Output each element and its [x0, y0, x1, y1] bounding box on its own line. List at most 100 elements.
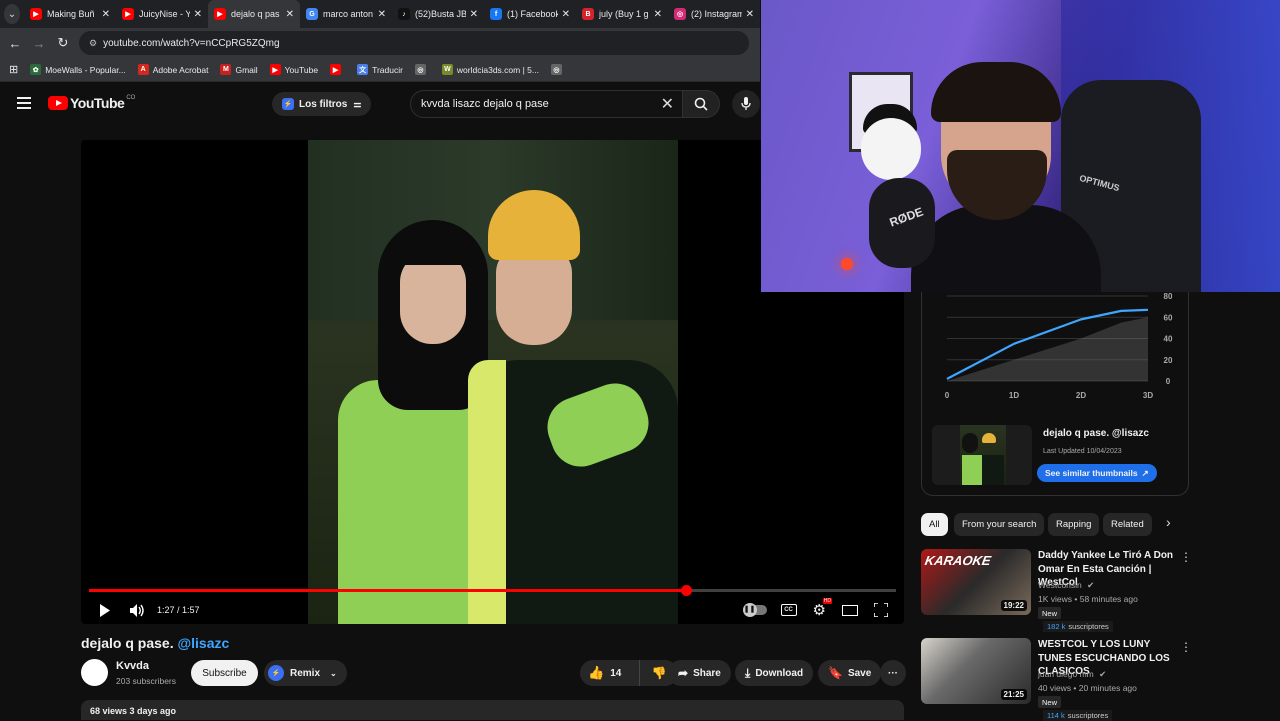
- thumbnail-preview[interactable]: [932, 425, 1032, 485]
- more-vertical-icon[interactable]: ⋮: [1180, 640, 1192, 654]
- close-tab-icon[interactable]: ✕: [746, 9, 754, 20]
- chip-rapping[interactable]: Rapping: [1048, 513, 1100, 536]
- recommendation-channel[interactable]: Westconsin ✔: [1038, 580, 1094, 591]
- bookmark-moewalls[interactable]: ✿ MoeWalls - Popular...: [30, 64, 126, 75]
- voice-search-button[interactable]: [732, 90, 760, 118]
- translate-icon: 文: [357, 64, 369, 75]
- country-code: CO: [126, 95, 136, 101]
- like-count: 14: [610, 667, 622, 679]
- share-button[interactable]: ➦ Share: [668, 660, 731, 686]
- more-actions-button[interactable]: ···: [880, 660, 906, 686]
- back-icon[interactable]: ←: [3, 36, 27, 51]
- volume-button[interactable]: [129, 603, 145, 617]
- site-info-icon[interactable]: ⚙: [89, 38, 97, 49]
- bookmark-youtube[interactable]: ▶: [330, 64, 345, 75]
- subs-label: suscriptores: [1067, 711, 1109, 720]
- browser-tab[interactable]: Gmarco anton ✕: [300, 0, 392, 28]
- close-tab-icon[interactable]: ✕: [654, 9, 662, 20]
- browser-tab[interactable]: ♪ (52)Busta JB ✕: [392, 0, 484, 28]
- forward-icon[interactable]: →: [27, 36, 51, 51]
- bookmark-worldcia[interactable]: Wworldcia3ds.com | 5...: [441, 64, 539, 75]
- download-button[interactable]: ⤓ Download: [735, 660, 814, 686]
- tab-title: (52)Busta JB: [415, 9, 466, 19]
- close-tab-icon[interactable]: ✕: [378, 9, 386, 20]
- fullscreen-button[interactable]: [874, 603, 888, 617]
- youtube-logo[interactable]: YouTube CO: [48, 95, 135, 111]
- facebook-icon: f: [490, 8, 502, 20]
- settings-button[interactable]: ⚙ HD: [813, 598, 832, 619]
- subscriber-badge: 114 k suscriptores: [1043, 710, 1113, 721]
- chevron-right-icon[interactable]: ›: [1166, 514, 1171, 530]
- like-button[interactable]: 👍 14: [580, 660, 640, 686]
- bookmark-youtube[interactable]: ▶ YouTube: [269, 64, 319, 75]
- share-icon: ➦: [678, 666, 689, 680]
- browser-tab[interactable]: f (1) Facebook ✕: [484, 0, 576, 28]
- video-duration: 21:25: [1000, 689, 1027, 700]
- save-button[interactable]: 🔖 Save: [818, 660, 882, 686]
- browser-tab[interactable]: ◎ (2) Instagram ✕: [668, 0, 760, 28]
- play-button[interactable]: [97, 603, 113, 617]
- recommendation-thumbnail[interactable]: 21:25: [921, 638, 1031, 704]
- browser-tab[interactable]: ▶ dejalo q pas ✕: [208, 0, 300, 28]
- video-duration: 19:22: [1000, 600, 1027, 611]
- channel-avatar[interactable]: [81, 659, 108, 686]
- browser-tab[interactable]: ▶ JuicyNise - Y ✕: [116, 0, 208, 28]
- bookmark-globe[interactable]: ◎: [414, 64, 430, 75]
- youtube-logo-text: YouTube: [70, 95, 125, 111]
- see-similar-thumbnails-button[interactable]: See similar thumbnails ↗: [1037, 464, 1157, 482]
- chip-from-your-search[interactable]: From your search: [954, 513, 1045, 536]
- fullscreen-icon: [874, 603, 888, 617]
- close-tab-icon[interactable]: ✕: [102, 9, 110, 20]
- bookmark-globe[interactable]: ◎: [550, 64, 566, 75]
- browser-tab[interactable]: ▶ Making Buñ ✕: [24, 0, 116, 28]
- captions-button[interactable]: CC: [780, 604, 797, 616]
- more-vertical-icon[interactable]: ⋮: [1180, 550, 1192, 564]
- subs-number: 182 k: [1047, 622, 1066, 631]
- bookmark-acrobat[interactable]: A Adobe Acrobat: [137, 64, 208, 75]
- search-button[interactable]: [682, 90, 720, 118]
- search-input[interactable]: kvvda lisazc dejalo q pase ✕: [410, 90, 685, 118]
- tab-search-icon[interactable]: ⌄: [4, 4, 20, 24]
- autoplay-toggle[interactable]: ❚❚: [742, 603, 767, 617]
- mention-link[interactable]: @lisazc: [177, 635, 229, 651]
- menu-icon[interactable]: [17, 97, 31, 109]
- moewalls-icon: ✿: [30, 64, 42, 75]
- remix-button[interactable]: ⚡ Remix ⌄: [264, 660, 347, 686]
- reload-icon[interactable]: ↻: [51, 35, 75, 51]
- close-tab-icon[interactable]: ✕: [286, 9, 294, 20]
- theater-mode-button[interactable]: [842, 604, 858, 616]
- progress-bar[interactable]: [89, 585, 896, 596]
- chevron-down-icon: ⌄: [330, 668, 337, 678]
- close-tab-icon[interactable]: ✕: [470, 9, 478, 20]
- close-tab-icon[interactable]: ✕: [562, 9, 570, 20]
- external-link-icon: ↗: [1141, 467, 1149, 478]
- chip-related[interactable]: Related: [1103, 513, 1152, 536]
- apps-icon[interactable]: ⊞: [9, 63, 18, 76]
- recommendation-thumbnail[interactable]: KARAOKE 19:22: [921, 549, 1031, 615]
- play-icon: [100, 603, 110, 617]
- bookmark-translate[interactable]: 文 Traducir: [357, 64, 403, 75]
- youtube-play-icon: [48, 96, 68, 110]
- filters-label: Los filtros: [299, 98, 348, 110]
- subscribe-button[interactable]: Subscribe: [191, 660, 258, 686]
- tab-title: july (Buy 1 g: [599, 9, 649, 19]
- video-title-text: dejalo q pase.: [81, 635, 174, 651]
- scrubber-handle[interactable]: [681, 585, 693, 596]
- thumbs-down-icon: 👎: [651, 666, 667, 680]
- google-icon: G: [306, 8, 318, 20]
- browser-toolbar: ← → ↻ ⚙ youtube.com/watch?v=nCCpRG5ZQmg: [0, 28, 760, 58]
- bookmark-gmail[interactable]: M Gmail: [220, 64, 258, 75]
- bookmark-label: YouTube: [284, 64, 319, 75]
- recommendation-channel[interactable]: juan diego mm ✔: [1038, 669, 1106, 680]
- beatstars-icon: B: [582, 8, 594, 20]
- time-display: 1:27 / 1:57: [157, 605, 200, 615]
- channel-name[interactable]: Kvvda: [116, 660, 149, 672]
- description-box[interactable]: 68 views 3 days ago: [81, 700, 904, 720]
- browser-tab[interactable]: Bjuly (Buy 1 g ✕: [576, 0, 668, 28]
- close-tab-icon[interactable]: ✕: [194, 9, 202, 20]
- new-badge: New: [1038, 696, 1062, 708]
- address-bar[interactable]: ⚙ youtube.com/watch?v=nCCpRG5ZQmg: [79, 31, 749, 55]
- clear-search-icon[interactable]: ✕: [661, 94, 674, 114]
- filters-button[interactable]: ⚡ Los filtros ⚌: [272, 92, 372, 116]
- chip-all[interactable]: All: [921, 513, 948, 536]
